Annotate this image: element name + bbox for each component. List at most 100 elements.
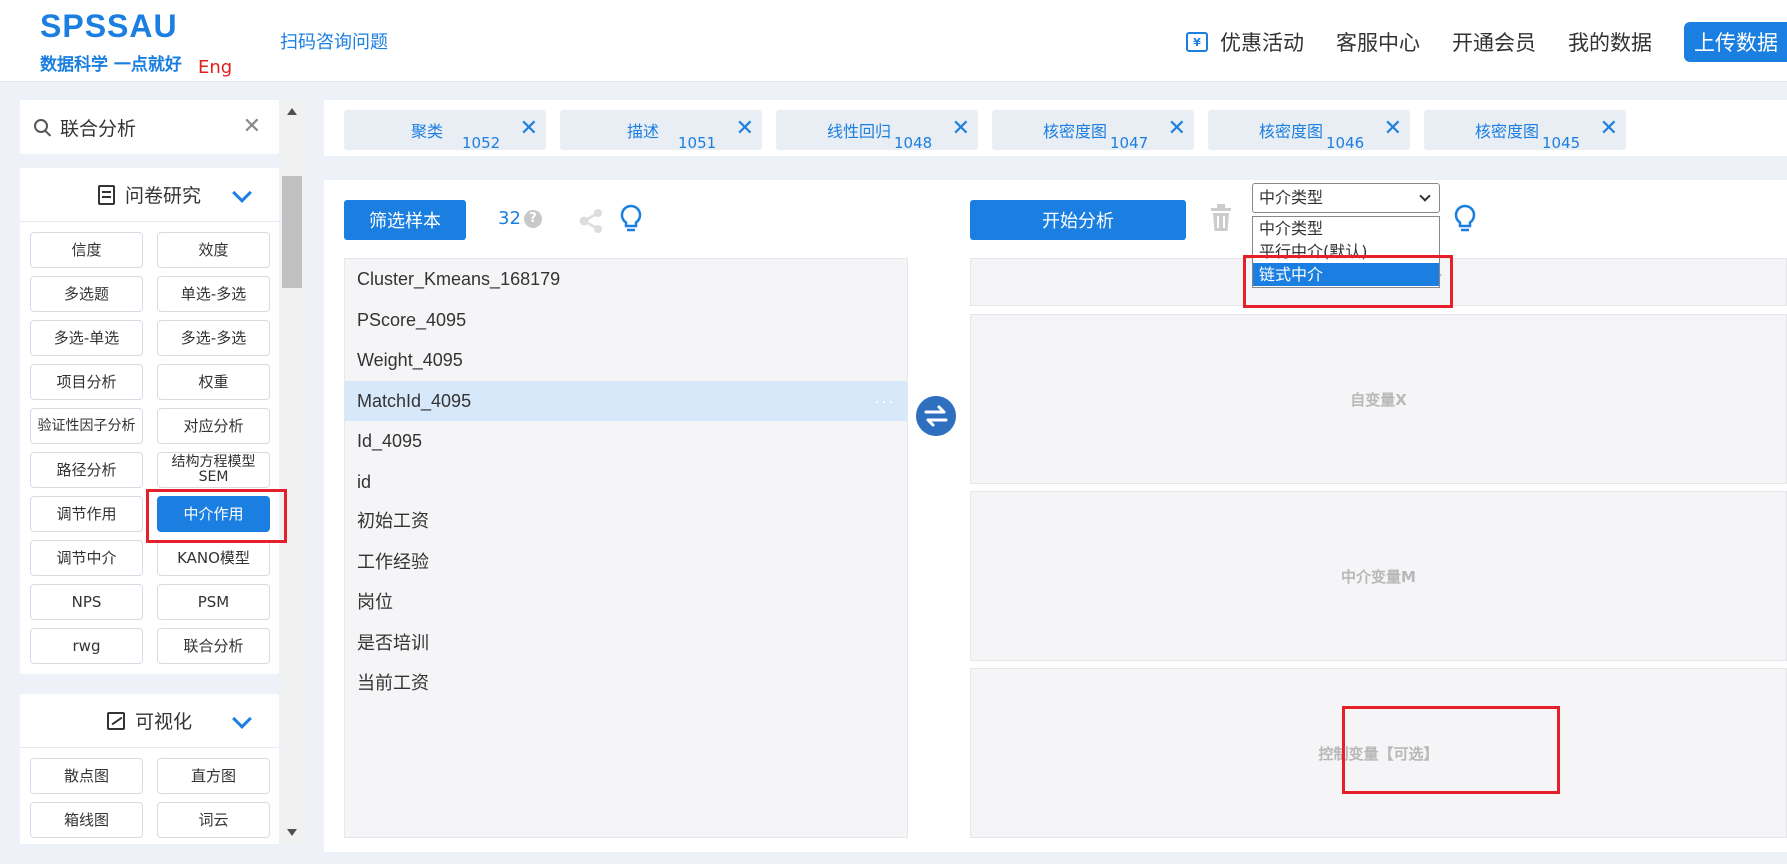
method-button[interactable]: 调节中介 [30, 540, 143, 576]
method-button[interactable]: 权重 [157, 364, 270, 400]
mediation-type-select[interactable]: 中介类型 [1252, 183, 1440, 213]
section-header-questionnaire[interactable]: 问卷研究 [20, 168, 279, 222]
sidebar: ✕ 问卷研究 信度 效度 多选题 单选-多选 多选-单选 多选-多选 项目分析 … [20, 100, 279, 844]
nav-membership[interactable]: 开通会员 [1452, 27, 1536, 57]
nav-promotions[interactable]: ¥ 优惠活动 [1186, 27, 1304, 57]
history-tab-bar: 聚类 1052 ✕ 描述 1051 ✕ 线性回归 1048 ✕ 核密度图 104… [324, 100, 1787, 156]
method-button[interactable]: 调节作用 [30, 496, 143, 532]
sidebar-scrollbar[interactable] [282, 100, 302, 844]
section-title: 可视化 [134, 711, 192, 733]
more-options-icon[interactable]: ··· [874, 381, 895, 421]
logo[interactable]: SPSSAU 数据科学 一点就好 Eng [40, 8, 232, 78]
method-search: ✕ [20, 100, 279, 154]
tab-number: 1048 [894, 134, 933, 152]
history-tab[interactable]: 核密度图 1047 ✕ [992, 110, 1194, 152]
variable-item[interactable]: 岗位 [345, 583, 907, 624]
method-button-grid: 信度 效度 多选题 单选-多选 多选-单选 多选-多选 项目分析 权重 验证性因… [20, 222, 279, 674]
method-button[interactable]: PSM [157, 584, 270, 620]
variable-item-selected[interactable]: MatchId_4095 ··· [345, 380, 907, 421]
section-header-visualization[interactable]: 可视化 [20, 694, 279, 748]
method-button[interactable]: 联合分析 [157, 628, 270, 664]
history-tab[interactable]: 核密度图 1045 ✕ [1424, 110, 1626, 152]
method-button[interactable]: 信度 [30, 232, 143, 268]
close-icon[interactable]: ✕ [520, 116, 538, 141]
variable-item[interactable]: 初始工资 [345, 502, 907, 543]
close-icon[interactable]: ✕ [952, 116, 970, 141]
variable-count: 32 [498, 208, 521, 229]
method-button[interactable]: 对应分析 [157, 408, 270, 444]
document-icon [97, 184, 115, 205]
close-icon[interactable]: ✕ [736, 116, 754, 141]
mediator-variable-zone[interactable]: 中介变量M [970, 491, 1787, 661]
tab-number: 1051 [678, 134, 717, 152]
language-switch[interactable]: Eng [198, 57, 232, 78]
history-tab[interactable]: 聚类 1052 ✕ [344, 110, 546, 152]
annotation-box-control-variable [1342, 706, 1560, 794]
method-button[interactable]: 多选题 [30, 276, 143, 312]
variable-item[interactable]: Id_4095 [345, 421, 907, 462]
section-title: 问卷研究 [124, 185, 201, 207]
variable-item[interactable]: 是否培训 [345, 624, 907, 665]
variable-item[interactable]: id [345, 462, 907, 503]
scroll-up-arrow-icon[interactable] [287, 108, 297, 115]
method-button[interactable]: KANO模型 [157, 540, 270, 576]
scroll-down-arrow-icon[interactable] [287, 829, 297, 836]
variable-label: MatchId_4095 [357, 390, 472, 411]
share-icon[interactable] [578, 208, 604, 234]
variable-item[interactable]: PScore_4095 [345, 300, 907, 341]
start-analysis-button[interactable]: 开始分析 [970, 200, 1186, 240]
history-tab[interactable]: 描述 1051 ✕ [560, 110, 762, 152]
lightbulb-icon[interactable] [618, 203, 644, 235]
chevron-down-icon[interactable] [232, 183, 252, 203]
lightbulb-icon[interactable] [1452, 203, 1478, 235]
method-button[interactable]: 结构方程模型SEM [157, 452, 270, 488]
independent-variable-zone[interactable]: 自变量X [970, 314, 1787, 484]
close-icon[interactable]: ✕ [1600, 116, 1618, 141]
method-button[interactable]: 验证性因子分析 [30, 408, 143, 444]
scrollbar-thumb[interactable] [282, 176, 302, 288]
method-button[interactable]: 路径分析 [30, 452, 143, 488]
help-icon[interactable]: ? [524, 210, 542, 228]
line-chart-icon [106, 711, 125, 730]
logo-slogan: 数据科学 一点就好 [40, 55, 182, 75]
close-icon[interactable]: ✕ [1168, 116, 1186, 141]
nav-service[interactable]: 客服中心 [1336, 27, 1420, 57]
method-button[interactable]: 散点图 [30, 758, 143, 794]
method-button[interactable]: 效度 [157, 232, 270, 268]
history-tab[interactable]: 核密度图 1046 ✕ [1208, 110, 1410, 152]
method-button[interactable]: 直方图 [157, 758, 270, 794]
analysis-workspace: 筛选样本 32 ? Cluster_Kmeans_168179 PScore_4… [324, 180, 1787, 852]
trash-icon[interactable] [1208, 202, 1234, 234]
tab-number: 1046 [1326, 134, 1365, 152]
method-button[interactable]: 项目分析 [30, 364, 143, 400]
history-tab[interactable]: 线性回归 1048 ✕ [776, 110, 978, 152]
swap-icon[interactable] [916, 396, 956, 436]
method-button[interactable]: NPS [30, 584, 143, 620]
upload-data-button[interactable]: 上传数据 [1684, 22, 1787, 62]
variable-item[interactable]: Weight_4095 [345, 340, 907, 381]
variable-list: Cluster_Kmeans_168179 PScore_4095 Weight… [344, 258, 908, 838]
method-button-grid: 散点图 直方图 箱线图 词云 [20, 748, 279, 844]
variable-item[interactable]: Cluster_Kmeans_168179 [345, 259, 907, 300]
zone-label: 自变量X [1350, 390, 1407, 409]
method-button[interactable]: rwg [30, 628, 143, 664]
close-icon[interactable]: ✕ [1384, 116, 1402, 141]
variable-item[interactable]: 当前工资 [345, 664, 907, 705]
filter-sample-button[interactable]: 筛选样本 [344, 200, 466, 240]
tab-number: 1045 [1542, 134, 1581, 152]
method-button[interactable]: 多选-多选 [157, 320, 270, 356]
nav-my-data[interactable]: 我的数据 [1568, 27, 1652, 57]
clear-search-icon[interactable]: ✕ [243, 114, 261, 139]
method-button[interactable]: 词云 [157, 802, 270, 838]
dropdown-option[interactable]: 中介类型 [1253, 217, 1439, 240]
search-input[interactable] [60, 112, 240, 142]
chevron-down-icon[interactable] [232, 709, 252, 729]
method-button[interactable]: 箱线图 [30, 802, 143, 838]
scan-consult-link[interactable]: 扫码咨询问题 [280, 28, 388, 54]
method-button[interactable]: 多选-单选 [30, 320, 143, 356]
annotation-box-mediation [146, 489, 287, 543]
method-button[interactable]: 单选-多选 [157, 276, 270, 312]
tab-number: 1047 [1110, 134, 1149, 152]
zone-label: 中介变量M [1341, 567, 1416, 586]
variable-item[interactable]: 工作经验 [345, 543, 907, 584]
